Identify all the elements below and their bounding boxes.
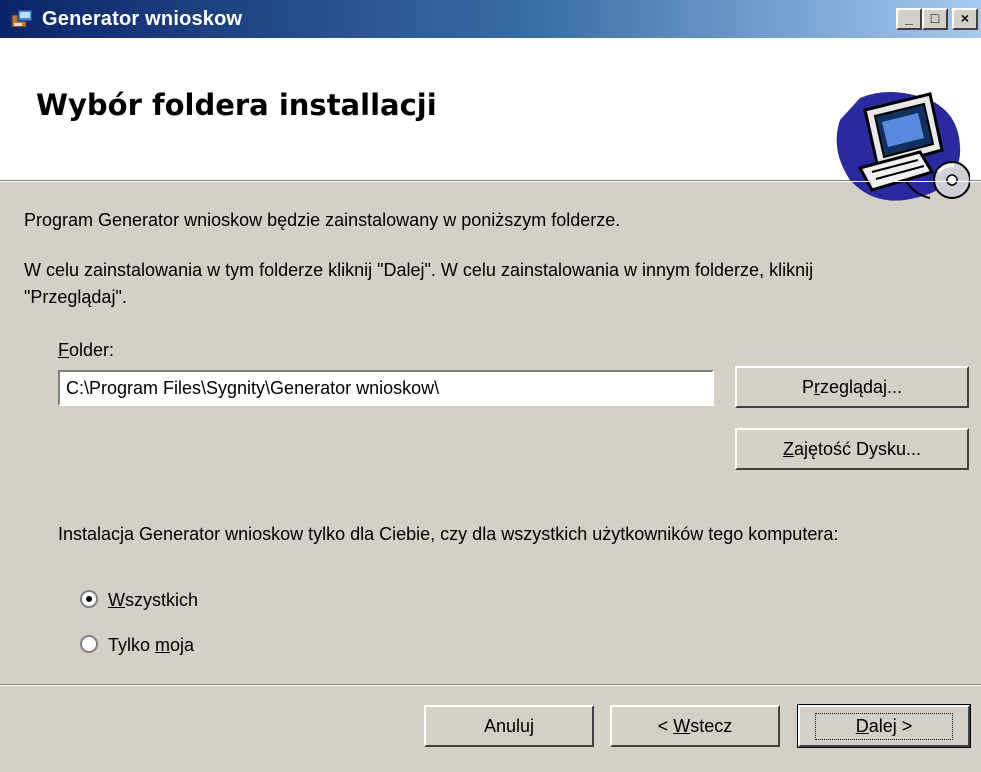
footer-divider-highlight	[0, 685, 981, 686]
radio-just-me[interactable]	[80, 635, 98, 653]
folder-path-input[interactable]	[58, 370, 714, 406]
intro-text: Program Generator wnioskow będzie zainst…	[24, 210, 621, 230]
folder-label: Folder:	[58, 340, 114, 361]
instruction-text-line1: W celu zainstalowania w tym folderze kli…	[24, 260, 814, 280]
cancel-button[interactable]: Anuluj	[424, 705, 594, 747]
next-label: Dalej >	[814, 712, 954, 740]
radio-everyone-label[interactable]: Wszystkich	[108, 590, 198, 611]
install-scope-question: Instalacja Generator wnioskow tylko dla …	[58, 524, 839, 544]
header-divider	[0, 181, 981, 182]
browse-label: Przeglądaj...	[801, 376, 903, 397]
computer-setup-icon	[836, 91, 970, 201]
radio-just-me-label[interactable]: Tylko moja	[108, 635, 194, 656]
maximize-button[interactable]: □	[922, 8, 948, 30]
window-title: Generator wnioskow	[42, 8, 243, 30]
browse-button[interactable]: Przeglądaj...	[735, 366, 969, 408]
disk-cost-button[interactable]: Zajętość Dysku...	[735, 428, 969, 470]
page-title: Wybór foldera installacji	[36, 88, 437, 122]
folder-label-accel: F	[58, 340, 69, 360]
minimize-button[interactable]: _	[896, 8, 922, 30]
disk-cost-label: Zajętość Dysku...	[782, 438, 922, 459]
instruction-text-line2: "Przeglądaj".	[24, 287, 127, 307]
installer-window: Generator wnioskow _ □ × Wybór foldera i…	[0, 0, 981, 772]
close-button[interactable]: ×	[952, 8, 978, 30]
radio-everyone[interactable]	[80, 590, 98, 608]
back-button[interactable]: < Wstecz	[610, 705, 780, 747]
title-bar[interactable]: Generator wnioskow _ □ ×	[0, 0, 981, 38]
next-button[interactable]: Dalej >	[797, 704, 971, 748]
installer-icon	[11, 9, 33, 28]
folder-label-rest: older:	[69, 340, 115, 360]
header-panel: Wybór foldera installacji	[0, 38, 981, 201]
back-label: < Wstecz	[657, 715, 733, 736]
